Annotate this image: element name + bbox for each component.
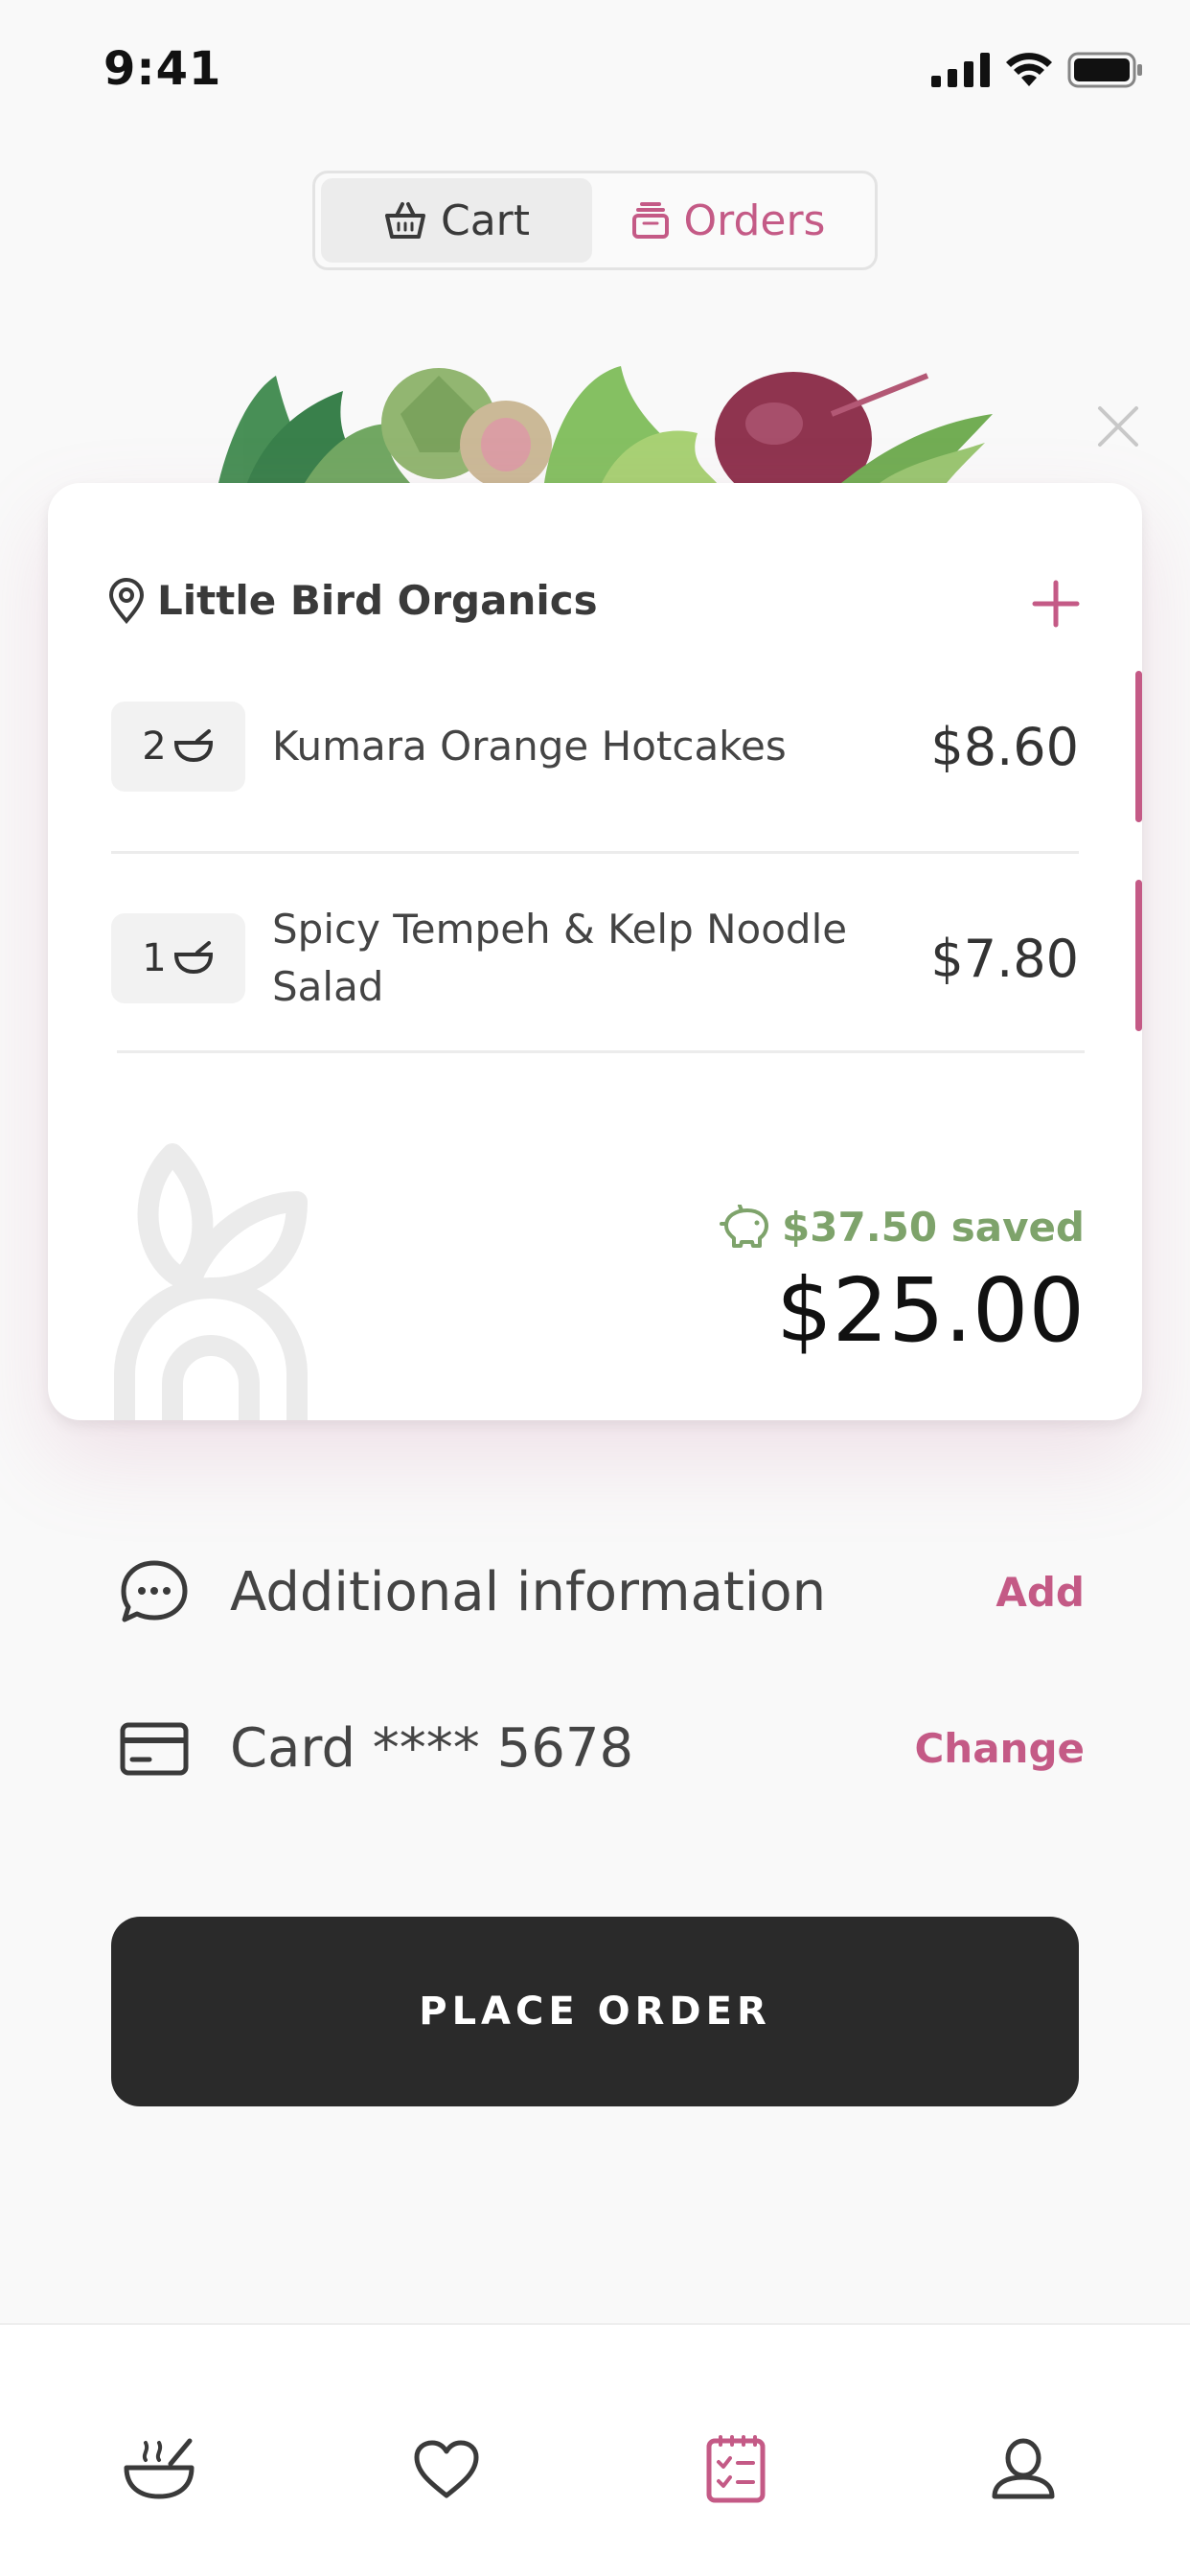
swipe-indicator (1135, 671, 1142, 822)
chat-bubble-icon (121, 1560, 188, 1622)
order-total: $25.00 (776, 1259, 1085, 1362)
cart-orders-switch: Cart Orders (312, 171, 878, 270)
status-icons (931, 52, 1144, 88)
tab-orders-list[interactable] (688, 2421, 784, 2517)
bowl-icon (124, 2438, 195, 2499)
order-list-icon (706, 2435, 766, 2503)
add-info-button[interactable]: Add (995, 1569, 1085, 1616)
heart-icon (414, 2440, 479, 2498)
close-icon[interactable] (1092, 401, 1144, 452)
battery-icon (1067, 52, 1142, 88)
quantity-badge[interactable]: 1 (111, 913, 245, 1003)
tab-profile[interactable] (975, 2421, 1071, 2517)
status-time: 9:41 (103, 42, 222, 96)
item-price: $7.80 (930, 928, 1079, 989)
profile-icon (992, 2438, 1055, 2499)
wifi-icon (1006, 53, 1052, 86)
tab-cart-label: Cart (440, 196, 531, 245)
location-pin-icon (108, 577, 145, 624)
bottom-tab-bar (0, 2323, 1190, 2576)
item-name: Kumara Orange Hotcakes (272, 723, 787, 770)
piggy-bank-icon (720, 1204, 769, 1248)
basket-icon (384, 202, 425, 239)
savings-label: $37.50 saved (719, 1204, 1085, 1251)
divider (111, 851, 1079, 854)
tab-bowl[interactable] (111, 2421, 207, 2517)
vegetables-illustration (218, 366, 993, 483)
orders-stack-icon (631, 202, 669, 239)
item-quantity: 2 (142, 724, 167, 769)
additional-info-row: Additional information Add (119, 1558, 1085, 1625)
add-item-icon[interactable] (1027, 575, 1085, 632)
quantity-badge[interactable]: 2 (111, 702, 245, 792)
payment-card-label: Card **** 5678 (230, 1717, 634, 1780)
place-order-button[interactable]: PLACE ORDER (111, 1917, 1079, 2106)
tab-cart[interactable]: Cart (321, 178, 592, 263)
credit-card-icon (120, 1722, 189, 1775)
bowl-icon (173, 729, 213, 763)
bunny-logo-watermark (114, 1143, 308, 1420)
vendor-row: Little Bird Organics (107, 577, 598, 624)
tab-orders-label: Orders (683, 196, 826, 245)
bowl-icon (173, 941, 213, 975)
item-quantity: 1 (142, 936, 167, 980)
item-price: $8.60 (930, 716, 1079, 777)
tab-orders[interactable]: Orders (592, 178, 863, 263)
cellular-signal-icon (931, 53, 990, 87)
tab-favorites[interactable] (399, 2421, 494, 2517)
list-item[interactable]: 2 Kumara Orange Hotcakes $8.60 (111, 702, 1079, 792)
list-item[interactable]: 1 Spicy Tempeh & Kelp Noodle Salad $7.80 (111, 901, 1079, 1016)
vendor-name: Little Bird Organics (157, 577, 598, 624)
change-payment-button[interactable]: Change (914, 1725, 1085, 1772)
additional-info-label: Additional information (230, 1560, 827, 1623)
swipe-indicator (1135, 880, 1142, 1031)
divider (117, 1050, 1085, 1053)
payment-row: Card **** 5678 Change (119, 1717, 1085, 1780)
order-summary-card: Little Bird Organics 2 Kumara Orange Hot… (48, 483, 1142, 1420)
item-name: Spicy Tempeh & Kelp Noodle Salad (272, 906, 848, 1010)
savings-amount: $37.50 saved (782, 1204, 1085, 1251)
